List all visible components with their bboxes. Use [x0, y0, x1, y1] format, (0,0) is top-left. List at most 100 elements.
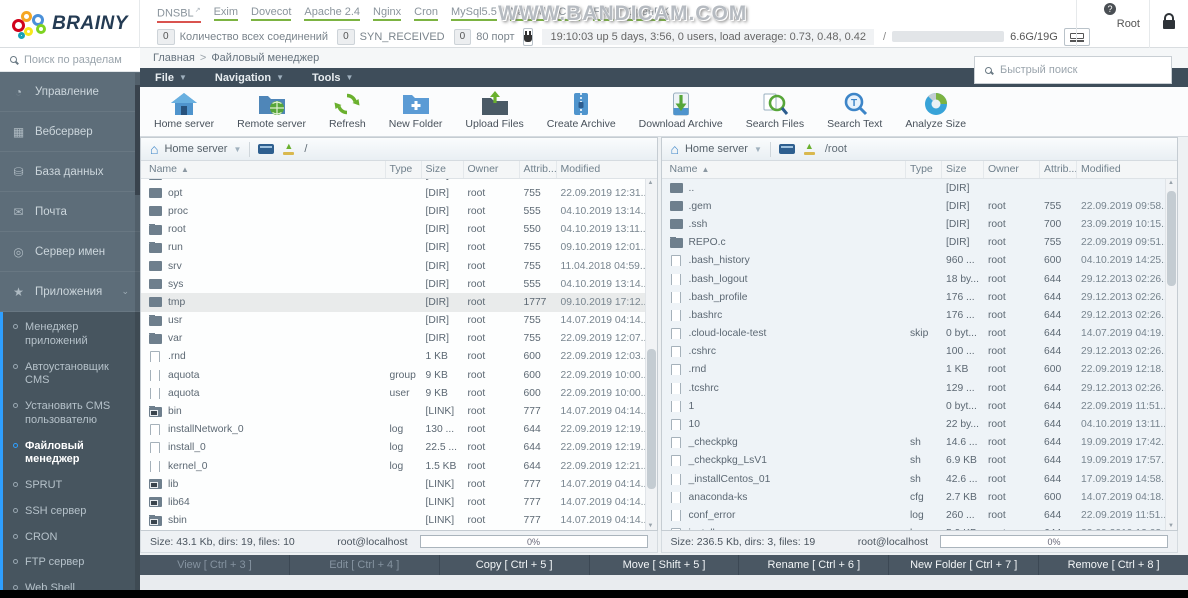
service-link[interactable]: Named — [510, 6, 545, 21]
table-row[interactable]: .rnd 1 KB root 600 22.09.2019 12:18... — [662, 361, 1166, 379]
connections-plug-button[interactable] — [523, 28, 533, 46]
table-row[interactable]: .cshrc 100 ... root 644 29.12.2013 02:26… — [662, 343, 1166, 361]
column-attrib[interactable]: Attrib... — [520, 161, 557, 178]
table-row[interactable]: _checkpkg sh 14.6 ... root 644 19.09.201… — [662, 434, 1166, 452]
sidebar-submenu-item[interactable]: CRON — [3, 525, 140, 551]
quick-search-input[interactable] — [1000, 64, 1161, 76]
remote-server-button[interactable]: Remote server — [237, 91, 306, 136]
table-row[interactable]: .ssh [DIR] root 700 23.09.2019 10:15... — [662, 215, 1166, 233]
sidebar-item[interactable]: Сервер имен — [0, 232, 140, 272]
table-row[interactable]: installNetwork_0 log 130 ... root 644 22… — [141, 421, 645, 439]
table-row[interactable]: sbin [LINK] root 777 14.07.2019 04:14... — [141, 512, 645, 530]
table-row[interactable]: sys [DIR] root 555 04.10.2019 13:14... — [141, 275, 645, 293]
search-text-button[interactable]: T Search Text — [827, 91, 882, 136]
sidebar-submenu-item[interactable]: Файловый менеджер — [3, 434, 140, 474]
column-type[interactable]: Type — [386, 161, 422, 178]
breadcrumb-home[interactable]: Главная — [153, 52, 195, 64]
table-row[interactable]: usr [DIR] root 755 14.07.2019 04:14... — [141, 312, 645, 330]
table-row[interactable]: bin [LINK] root 777 14.07.2019 04:14... — [141, 402, 645, 420]
scrollbar-thumb[interactable] — [1167, 191, 1176, 286]
sidebar-item[interactable]: База данных — [0, 152, 140, 192]
table-row[interactable]: .. [DIR] — [662, 179, 1166, 197]
table-row[interactable]: REPO.c [DIR] root 755 22.09.2019 09:51..… — [662, 234, 1166, 252]
table-row[interactable]: .gem [DIR] root 755 22.09.2019 09:58... — [662, 197, 1166, 215]
up-level-icon[interactable] — [803, 143, 817, 155]
help-icon[interactable]: ? — [1104, 3, 1116, 15]
column-size[interactable]: Size — [422, 161, 464, 178]
column-owner[interactable]: Owner — [464, 161, 520, 178]
quick-search-box[interactable] — [974, 56, 1172, 84]
brainy-logo[interactable]: BRAINY — [0, 0, 140, 48]
table-row[interactable]: aquota user 9 KB root 600 22.09.2019 10:… — [141, 384, 645, 402]
right-scrollbar[interactable] — [1165, 179, 1177, 530]
table-row[interactable]: run [DIR] root 755 09.10.2019 12:01... — [141, 239, 645, 257]
table-row[interactable]: proc [DIR] root 555 04.10.2019 13:14... — [141, 202, 645, 220]
new-folder-button[interactable]: New Folder — [389, 91, 443, 136]
user-menu[interactable]: Root — [1117, 18, 1140, 30]
column-size[interactable]: Size — [942, 161, 984, 178]
table-row[interactable]: lib64 [LINK] root 777 14.07.2019 04:14..… — [141, 493, 645, 511]
table-row[interactable]: .bash_history 960 ... root 600 04.10.201… — [662, 252, 1166, 270]
hotkey-button[interactable]: Copy [ Ctrl + 5 ] — [440, 555, 590, 575]
sidebar-submenu-item[interactable]: FTP сервер — [3, 550, 140, 576]
table-row[interactable]: .bashrc 176 ... root 644 29.12.2013 02:2… — [662, 306, 1166, 324]
refresh-button[interactable]: Refresh — [329, 91, 366, 136]
service-link[interactable]: FTP — [593, 6, 614, 21]
up-level-icon[interactable] — [282, 143, 296, 155]
sidebar-item[interactable]: Управление — [0, 72, 140, 112]
left-scrollbar[interactable] — [645, 179, 657, 530]
hotkey-button[interactable]: New Folder [ Ctrl + 7 ] — [889, 555, 1039, 575]
column-modified[interactable]: Modified — [1077, 161, 1165, 178]
service-link[interactable]: CSF — [558, 6, 580, 21]
right-server-dropdown[interactable]: ⌂ Home server ▼ — [671, 142, 762, 156]
drive-icon[interactable] — [779, 144, 795, 154]
service-link[interactable]: Cron — [414, 6, 438, 21]
table-row[interactable]: .cloud-locale-test skip 0 byt... root 64… — [662, 325, 1166, 343]
table-row[interactable]: .tcshrc 129 ... root 644 29.12.2013 02:2… — [662, 379, 1166, 397]
table-row[interactable]: .bash_logout 18 by... root 644 29.12.201… — [662, 270, 1166, 288]
table-row[interactable]: install_0 log 22.5 ... root 644 22.09.20… — [141, 439, 645, 457]
menu-item[interactable]: File▼ — [155, 72, 187, 84]
column-name[interactable]: Name▲ — [141, 161, 386, 178]
table-row[interactable]: _installCentos_01 sh 42.6 ... root 644 1… — [662, 470, 1166, 488]
service-link[interactable]: MySql5.5 — [451, 6, 497, 21]
sidebar-submenu-item[interactable]: SSH сервер — [3, 499, 140, 525]
column-name[interactable]: Name▲ — [662, 161, 907, 178]
upload-files-button[interactable]: Upload Files — [465, 91, 523, 136]
sidebar-submenu-item[interactable]: Установить CMS пользователю — [3, 394, 140, 434]
table-row[interactable]: 10 22 by... root 644 04.10.2019 13:11... — [662, 415, 1166, 433]
table-row[interactable]: conf_error log 260 ... root 644 22.09.20… — [662, 506, 1166, 524]
drive-icon[interactable] — [258, 144, 274, 154]
sidebar-submenu-item[interactable]: SPRUT — [3, 473, 140, 499]
sidebar-item[interactable]: Вебсервер — [0, 112, 140, 152]
sidebar-submenu-item[interactable]: Менеджер приложений — [3, 315, 140, 355]
sidebar-search[interactable] — [0, 48, 140, 72]
hotkey-button[interactable]: Move [ Shift + 5 ] — [590, 555, 740, 575]
service-link[interactable]: Apache 2.4 — [304, 6, 360, 21]
sidebar-item[interactable]: Приложения ⌄ — [0, 272, 140, 312]
service-link[interactable]: Dovecot — [251, 6, 291, 21]
service-link[interactable]: Nginx — [373, 6, 401, 21]
sidebar-submenu-item[interactable]: Web Shell — [3, 576, 140, 590]
column-owner[interactable]: Owner — [984, 161, 1040, 178]
download-archive-button[interactable]: Download Archive — [639, 91, 723, 136]
column-modified[interactable]: Modified — [557, 161, 645, 178]
hotkey-button[interactable]: Remove [ Ctrl + 8 ] — [1039, 555, 1188, 575]
logout-lock-icon[interactable] — [1163, 20, 1175, 29]
table-row[interactable]: root [DIR] root 550 04.10.2019 13:11... — [141, 221, 645, 239]
table-row[interactable]: var [DIR] root 755 22.09.2019 12:07... — [141, 330, 645, 348]
column-attrib[interactable]: Attrib... — [1040, 161, 1077, 178]
table-row[interactable]: .rnd 1 KB root 600 22.09.2019 12:03... — [141, 348, 645, 366]
create-archive-button[interactable]: Create Archive — [547, 91, 616, 136]
sidebar-item[interactable]: Почта — [0, 192, 140, 232]
table-row[interactable]: .bash_profile 176 ... root 644 29.12.201… — [662, 288, 1166, 306]
table-row[interactable]: anaconda-ks cfg 2.7 KB root 600 14.07.20… — [662, 488, 1166, 506]
sidebar-submenu-item[interactable]: Автоустановщик CMS — [3, 355, 140, 395]
table-row[interactable]: kernel_0 log 1.5 KB root 644 22.09.2019 … — [141, 457, 645, 475]
menu-item[interactable]: Navigation▼ — [215, 72, 284, 84]
table-row[interactable]: install log 5.9 KB root 644 22.09.2019 1… — [662, 525, 1166, 530]
table-row[interactable]: srv [DIR] root 755 11.04.2018 04:59... — [141, 257, 645, 275]
sidebar-search-input[interactable] — [24, 54, 130, 66]
table-row[interactable]: lib [LINK] root 777 14.07.2019 04:14... — [141, 475, 645, 493]
left-server-dropdown[interactable]: ⌂ Home server ▼ — [150, 142, 241, 156]
